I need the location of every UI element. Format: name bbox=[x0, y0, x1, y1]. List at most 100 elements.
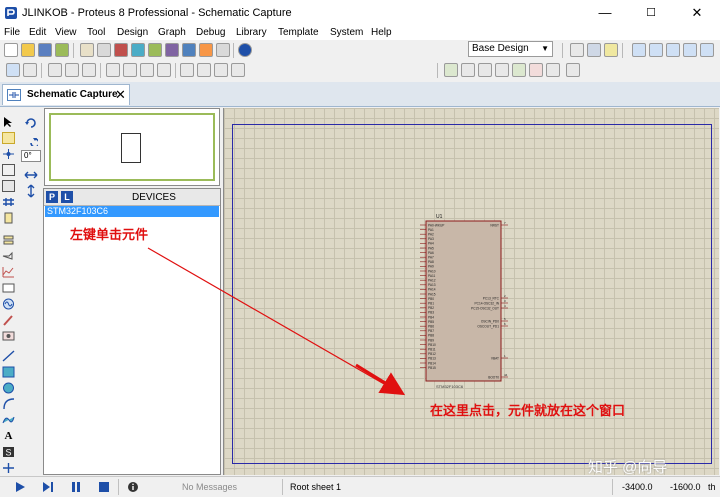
marker-tool-icon[interactable] bbox=[2, 462, 15, 474]
pick-devices-button[interactable]: P bbox=[46, 191, 58, 203]
menu-library[interactable]: Library bbox=[236, 26, 267, 40]
home-icon[interactable] bbox=[80, 43, 94, 57]
block-move-icon[interactable] bbox=[123, 63, 137, 77]
virtual-instrument-icon[interactable] bbox=[2, 330, 15, 342]
gerber-icon[interactable] bbox=[148, 43, 162, 57]
redo-icon[interactable] bbox=[23, 63, 37, 77]
circle-tool-icon[interactable] bbox=[2, 382, 15, 394]
stop-icon[interactable] bbox=[98, 481, 110, 493]
source-code-icon[interactable] bbox=[199, 43, 213, 57]
menu-help[interactable]: Help bbox=[371, 26, 392, 40]
design-variant-select[interactable]: Base Design ▼ bbox=[468, 41, 553, 57]
overview-view-rect[interactable] bbox=[121, 133, 141, 163]
menu-debug[interactable]: Debug bbox=[196, 26, 225, 40]
menu-file[interactable]: File bbox=[4, 26, 20, 40]
origin-icon[interactable] bbox=[604, 43, 618, 57]
device-pins-icon[interactable] bbox=[2, 250, 15, 262]
terminals-icon[interactable] bbox=[2, 234, 15, 246]
paste-icon[interactable] bbox=[82, 63, 96, 77]
help-icon[interactable] bbox=[238, 43, 252, 57]
device-list-item[interactable]: STM32F103C6 bbox=[45, 206, 219, 217]
subcircuit-icon[interactable] bbox=[2, 212, 15, 224]
electrical-rule-check-icon[interactable] bbox=[566, 63, 580, 77]
pick-parts-icon[interactable] bbox=[180, 63, 194, 77]
symbol-tool-icon[interactable]: S bbox=[2, 446, 15, 458]
library-manager-button[interactable]: L bbox=[61, 191, 73, 203]
play-icon[interactable] bbox=[14, 481, 26, 493]
arc-tool-icon[interactable] bbox=[2, 398, 15, 410]
zoom-in-icon[interactable] bbox=[649, 43, 663, 57]
cut-icon[interactable] bbox=[48, 63, 62, 77]
zoom-area-icon[interactable] bbox=[700, 43, 714, 57]
menu-graph[interactable]: Graph bbox=[158, 26, 186, 40]
new-sheet-icon[interactable] bbox=[512, 63, 526, 77]
graph-mode-icon[interactable] bbox=[2, 266, 15, 278]
3d-viewer-icon[interactable] bbox=[131, 43, 145, 57]
selection-mode-icon[interactable] bbox=[2, 116, 15, 128]
tab-close-icon[interactable]: ✕ bbox=[115, 87, 126, 103]
menu-design[interactable]: Design bbox=[117, 26, 148, 40]
rotate-clockwise-icon[interactable] bbox=[24, 116, 38, 130]
tape-recorder-icon[interactable] bbox=[2, 282, 15, 294]
pause-icon[interactable] bbox=[70, 481, 82, 493]
copy-icon[interactable] bbox=[65, 63, 79, 77]
new-file-icon[interactable] bbox=[4, 43, 18, 57]
wire-label-icon[interactable] bbox=[2, 164, 15, 176]
vsm-studio-icon[interactable] bbox=[216, 43, 230, 57]
box-tool-icon[interactable] bbox=[2, 366, 15, 378]
search-tag-icon[interactable] bbox=[461, 63, 475, 77]
exit-to-parent-icon[interactable] bbox=[546, 63, 560, 77]
path-tool-icon[interactable] bbox=[2, 414, 15, 426]
step-icon[interactable] bbox=[42, 481, 54, 493]
text-tool-icon[interactable]: A bbox=[2, 430, 15, 442]
packaging-tool-icon[interactable] bbox=[214, 63, 228, 77]
text-script-icon[interactable] bbox=[2, 180, 15, 192]
zoom-all-icon[interactable] bbox=[683, 43, 697, 57]
tab-schematic-capture[interactable]: Schematic Capture ✕ bbox=[2, 84, 130, 105]
mirror-vertical-icon[interactable] bbox=[24, 184, 38, 198]
save-icon[interactable] bbox=[38, 43, 52, 57]
overview-window[interactable] bbox=[44, 108, 220, 186]
remove-sheet-icon[interactable] bbox=[529, 63, 543, 77]
pcb-layout-icon[interactable] bbox=[114, 43, 128, 57]
make-device-icon[interactable] bbox=[197, 63, 211, 77]
info-icon[interactable] bbox=[127, 481, 139, 493]
line-tool-icon[interactable] bbox=[2, 350, 15, 362]
rotate-anticlockwise-icon[interactable] bbox=[24, 132, 38, 146]
undo-icon[interactable] bbox=[6, 63, 20, 77]
zoom-out-icon[interactable] bbox=[666, 43, 680, 57]
status-messages[interactable]: No Messages bbox=[182, 482, 237, 492]
stm32-component[interactable]: U1 PA0-WKUPPA1PA2PA3PA4PA5PA6PA7PA8PA9PA… bbox=[420, 212, 520, 390]
pin-label-left: PB1 bbox=[428, 302, 434, 306]
component-mode-icon[interactable] bbox=[2, 132, 15, 144]
maximize-button[interactable]: ☐ bbox=[628, 0, 674, 26]
menu-system[interactable]: System bbox=[330, 26, 363, 40]
generator-icon[interactable] bbox=[2, 298, 15, 310]
bill-of-materials-icon[interactable] bbox=[182, 43, 196, 57]
block-delete-icon[interactable] bbox=[157, 63, 171, 77]
pan-icon[interactable] bbox=[632, 43, 646, 57]
menu-edit[interactable]: Edit bbox=[29, 26, 46, 40]
voltage-probe-icon[interactable] bbox=[2, 314, 15, 326]
import-icon[interactable] bbox=[55, 43, 69, 57]
decompose-icon[interactable] bbox=[231, 63, 245, 77]
minimize-button[interactable]: — bbox=[582, 0, 628, 26]
block-rotate-icon[interactable] bbox=[140, 63, 154, 77]
menu-view[interactable]: View bbox=[55, 26, 77, 40]
buses-icon[interactable] bbox=[2, 196, 15, 208]
grid-toggle-icon[interactable] bbox=[587, 43, 601, 57]
rotation-angle-field[interactable]: 0° bbox=[21, 150, 41, 162]
mirror-horizontal-icon[interactable] bbox=[24, 168, 38, 182]
block-copy-icon[interactable] bbox=[106, 63, 120, 77]
design-explorer-tool-icon[interactable] bbox=[495, 63, 509, 77]
design-explorer-icon[interactable] bbox=[165, 43, 179, 57]
close-button[interactable]: ✕ bbox=[674, 0, 720, 26]
menu-template[interactable]: Template bbox=[278, 26, 319, 40]
schematic-icon[interactable] bbox=[97, 43, 111, 57]
open-folder-icon[interactable] bbox=[21, 43, 35, 57]
menu-tool[interactable]: Tool bbox=[87, 26, 105, 40]
property-assignment-icon[interactable] bbox=[478, 63, 492, 77]
junction-dot-icon[interactable] bbox=[2, 148, 15, 160]
wire-autorouter-icon[interactable] bbox=[444, 63, 458, 77]
refresh-icon[interactable] bbox=[570, 43, 584, 57]
